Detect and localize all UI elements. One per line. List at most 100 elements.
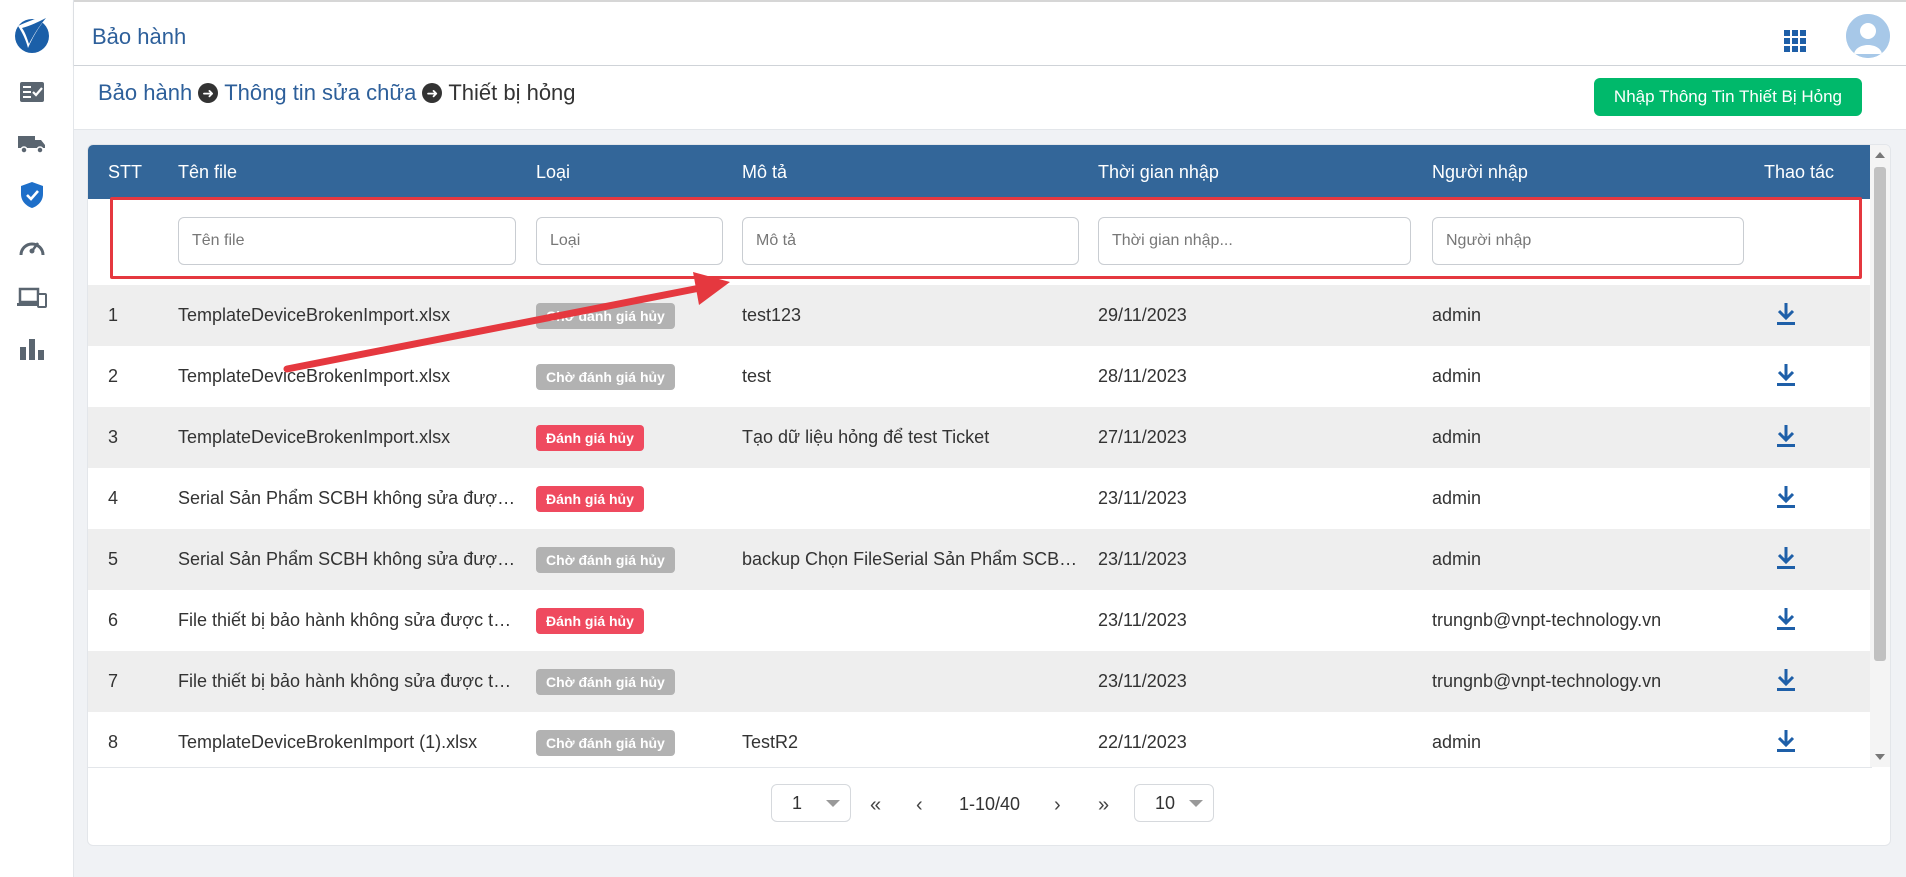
next-page-button[interactable]: › bbox=[1054, 794, 1061, 817]
filter-time-input[interactable] bbox=[1098, 217, 1411, 265]
row-file-name[interactable]: File thiết bị bảo hành không sửa được th… bbox=[178, 671, 518, 692]
truck-icon[interactable] bbox=[17, 129, 47, 159]
table-body: 1 TemplateDeviceBrokenImport.xlsx Chờ đánh… bbox=[88, 285, 1872, 773]
download-icon[interactable] bbox=[1773, 667, 1799, 693]
filter-file-name-input[interactable] bbox=[178, 217, 516, 265]
download-icon[interactable] bbox=[1773, 423, 1799, 449]
row-description: Tạo dữ liệu hỏng để test Ticket bbox=[742, 427, 990, 447]
download-icon[interactable] bbox=[1773, 606, 1799, 632]
import-broken-device-button[interactable]: Nhập Thông Tin Thiết Bị Hỏng bbox=[1593, 78, 1862, 116]
download-icon[interactable] bbox=[1773, 301, 1799, 327]
user-avatar[interactable] bbox=[1846, 14, 1890, 58]
last-page-button[interactable]: » bbox=[1098, 794, 1109, 817]
row-stt: 6 bbox=[108, 610, 119, 630]
top-bar: Bảo hành bbox=[74, 0, 1906, 66]
table-row[interactable]: 8 TemplateDeviceBrokenImport (1).xlsx Chờ … bbox=[88, 712, 1872, 773]
col-description: Mô tả bbox=[742, 162, 788, 182]
status-badge: Đánh giá hủy bbox=[536, 425, 644, 451]
status-badge: Chờ đánh giá hủy bbox=[536, 547, 675, 573]
table-row[interactable]: 2 TemplateDeviceBrokenImport.xlsx Chờ đánh… bbox=[88, 346, 1872, 407]
chevron-down-icon bbox=[826, 800, 840, 807]
table-scrollbar[interactable] bbox=[1870, 145, 1890, 767]
apps-grid-icon[interactable] bbox=[1784, 30, 1806, 52]
page-select[interactable]: 1 bbox=[771, 784, 851, 822]
table-row[interactable]: 3 TemplateDeviceBrokenImport.xlsx Đánh giá… bbox=[88, 407, 1872, 468]
page-size-value: 10 bbox=[1155, 793, 1176, 813]
row-import-time: 27/11/2023 bbox=[1098, 427, 1187, 447]
page-range: 1-10/40 bbox=[959, 794, 1021, 814]
row-file-name[interactable]: TemplateDeviceBrokenImport.xlsx bbox=[178, 305, 518, 326]
breadcrumb-bar: Bảo hành ➜ Thông tin sửa chữa ➜ Thiết bị… bbox=[74, 66, 1906, 130]
filter-type-input[interactable] bbox=[536, 217, 723, 265]
checklist-icon[interactable] bbox=[17, 77, 47, 107]
bar-chart-icon[interactable] bbox=[17, 334, 47, 364]
filter-user-input[interactable] bbox=[1432, 217, 1744, 265]
sidebar bbox=[0, 0, 74, 877]
speedometer-icon[interactable] bbox=[17, 232, 47, 262]
status-badge: Chờ đánh giá hủy bbox=[536, 303, 675, 329]
row-description: test123 bbox=[742, 305, 802, 325]
row-file-name[interactable]: TemplateDeviceBrokenImport.xlsx bbox=[178, 427, 518, 448]
row-stt: 3 bbox=[108, 427, 119, 447]
row-description: TestR2 bbox=[742, 732, 799, 752]
download-icon[interactable] bbox=[1773, 484, 1799, 510]
row-file-name[interactable]: Serial Sản Phẩm SCBH không sửa được t... bbox=[178, 549, 518, 570]
row-description: backup Chọn FileSerial Sản Phẩm SCBH k..… bbox=[742, 549, 1082, 569]
row-importer: admin bbox=[1432, 732, 1482, 752]
row-import-time: 29/11/2023 bbox=[1098, 305, 1187, 325]
row-stt: 7 bbox=[108, 671, 119, 691]
col-actions: Thao tác bbox=[1764, 162, 1835, 182]
col-stt: STT bbox=[108, 162, 142, 182]
row-importer: trungnb@vnpt-technology.vn bbox=[1432, 671, 1662, 691]
col-import-time: Thời gian nhập bbox=[1098, 162, 1219, 182]
row-import-time: 28/11/2023 bbox=[1098, 366, 1187, 386]
row-importer: admin bbox=[1432, 488, 1482, 508]
vnpt-logo[interactable] bbox=[12, 12, 52, 56]
row-stt: 5 bbox=[108, 549, 119, 569]
prev-page-button[interactable]: ‹ bbox=[916, 794, 923, 817]
app-title: Bảo hành bbox=[92, 24, 187, 49]
col-type: Loại bbox=[536, 162, 571, 182]
table-header: STT Tên file Loại Mô tả Thời gian nhập N… bbox=[88, 145, 1872, 199]
row-file-name[interactable]: File thiết bị bảo hành không sửa được th… bbox=[178, 610, 518, 631]
row-file-name[interactable]: TemplateDeviceBrokenImport (1).xlsx bbox=[178, 732, 518, 753]
devices-icon[interactable] bbox=[17, 283, 47, 313]
row-importer: trungnb@vnpt-technology.vn bbox=[1432, 610, 1662, 630]
download-icon[interactable] bbox=[1773, 728, 1799, 754]
scroll-down-icon[interactable] bbox=[1875, 754, 1885, 760]
table-row[interactable]: 6 File thiết bị bảo hành không sửa được t… bbox=[88, 590, 1872, 651]
row-import-time: 22/11/2023 bbox=[1098, 732, 1187, 752]
chevron-down-icon bbox=[1189, 800, 1203, 807]
row-stt: 8 bbox=[108, 732, 119, 752]
row-importer: admin bbox=[1432, 427, 1482, 447]
status-badge: Chờ đánh giá hủy bbox=[536, 730, 675, 756]
row-importer: admin bbox=[1432, 549, 1482, 569]
scroll-up-icon[interactable] bbox=[1875, 152, 1885, 158]
col-file-name: Tên file bbox=[178, 162, 238, 182]
first-page-button[interactable]: « bbox=[870, 794, 881, 817]
table-row[interactable]: 4 Serial Sản Phẩm SCBH không sửa được t..… bbox=[88, 468, 1872, 529]
col-importer: Người nhập bbox=[1432, 162, 1528, 182]
download-icon[interactable] bbox=[1773, 362, 1799, 388]
row-stt: 1 bbox=[108, 305, 119, 325]
page-size-select[interactable]: 10 bbox=[1134, 784, 1214, 822]
table-row[interactable]: 1 TemplateDeviceBrokenImport.xlsx Chờ đánh… bbox=[88, 285, 1872, 346]
row-file-name[interactable]: TemplateDeviceBrokenImport.xlsx bbox=[178, 366, 518, 387]
row-description: test bbox=[742, 366, 772, 386]
table-row[interactable]: 7 File thiết bị bảo hành không sửa được t… bbox=[88, 651, 1872, 712]
breadcrumb-repair-info[interactable]: Thông tin sửa chữa bbox=[224, 80, 416, 106]
arrow-right-circle-icon: ➜ bbox=[198, 83, 219, 103]
shield-check-icon[interactable] bbox=[17, 180, 47, 210]
status-badge: Chờ đánh giá hủy bbox=[536, 364, 675, 390]
status-badge: Chờ đánh giá hủy bbox=[536, 669, 675, 695]
row-importer: admin bbox=[1432, 305, 1482, 325]
row-import-time: 23/11/2023 bbox=[1098, 488, 1187, 508]
scroll-thumb[interactable] bbox=[1874, 167, 1886, 661]
filter-description-input[interactable] bbox=[742, 217, 1079, 265]
row-import-time: 23/11/2023 bbox=[1098, 549, 1187, 569]
table-row[interactable]: 5 Serial Sản Phẩm SCBH không sửa được t..… bbox=[88, 529, 1872, 590]
broken-devices-table-card: STT Tên file Loại Mô tả Thời gian nhập N… bbox=[87, 144, 1891, 846]
download-icon[interactable] bbox=[1773, 545, 1799, 571]
row-file-name[interactable]: Serial Sản Phẩm SCBH không sửa được t... bbox=[178, 488, 518, 509]
breadcrumb-warranty[interactable]: Bảo hành bbox=[98, 80, 192, 106]
